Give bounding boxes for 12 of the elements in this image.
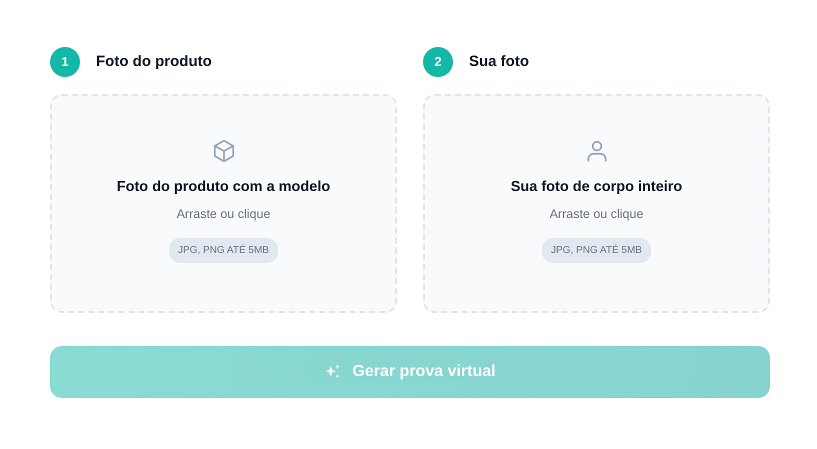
step-number: 1 (50, 47, 80, 77)
upload-dropzone[interactable]: Foto do produto com a modelo Arraste ou clique JPG, PNG ATÉ 5MB (50, 94, 397, 313)
upload-title: Sua foto de corpo inteiro (510, 178, 682, 197)
step-number: 2 (423, 47, 453, 77)
upload-hint: Arraste ou clique (176, 206, 270, 223)
upload-title: Foto do produto com a modelo (116, 178, 330, 197)
step-title: Sua foto (469, 52, 529, 72)
format-badge: JPG, PNG ATÉ 5MB (542, 238, 651, 262)
format-badge: JPG, PNG ATÉ 5MB (169, 238, 278, 262)
step-title: Foto do produto (96, 52, 212, 72)
upload-dropzone[interactable]: Sua foto de corpo inteiro Arraste ou clique JPG, PNG ATÉ 5MB (423, 94, 770, 313)
upload-hint: Arraste ou clique (550, 206, 644, 223)
